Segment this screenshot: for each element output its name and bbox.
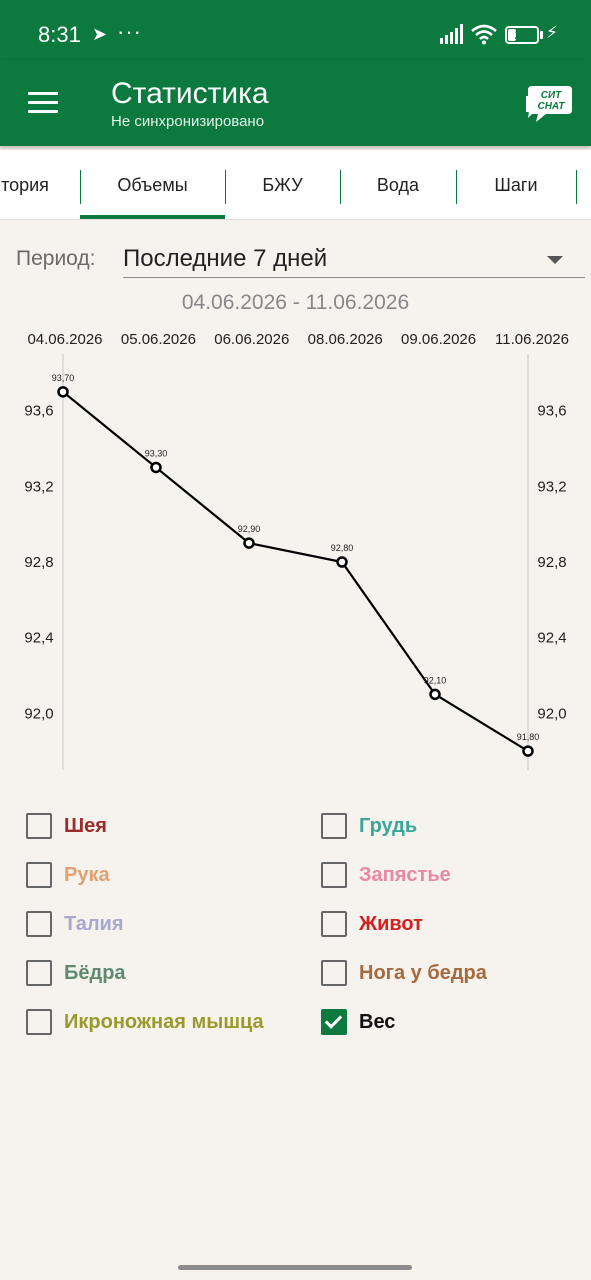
data-point [150,461,162,474]
period-label: Период: [16,247,96,270]
tab-bar: тория Объемы БЖУ Вода Шаги [0,150,591,220]
page-title: Статистика [111,77,269,110]
checkbox-9[interactable]: Икроножная мышца [26,1007,264,1037]
data-point [57,386,69,398]
y-tick-label-left: 93,6 [24,403,53,420]
sync-status: Не синхронизировано [111,113,265,130]
y-tick-label-left: 92,4 [24,630,53,647]
x-tick-label: 11.06.2026 [495,331,569,348]
checkbox-unchecked-icon[interactable] [26,1009,52,1035]
data-point [336,556,348,568]
y-tick-label-left: 92,8 [24,554,53,571]
battery-level: 29 [514,27,530,42]
tab-volumes[interactable]: Объемы [80,150,225,219]
x-tick-label: 04.06.2026 [27,331,102,348]
y-tick-label-right: 92,4 [537,630,566,647]
logo-text-bottom: CHAT [537,101,565,112]
data-label: 92,10 [424,675,447,685]
checkbox-8[interactable]: Нога у бедра [321,958,487,988]
x-tick-label: 06.06.2026 [214,331,289,348]
active-tab-indicator [80,215,225,219]
period-dropdown[interactable]: Последние 7 дней [123,242,585,278]
weight-line-chart: 04.06.2026 05.06.2026 06.06.2026 08.06.2026… [24,331,569,770]
checkbox-unchecked-icon[interactable] [26,813,52,839]
data-label: 92,80 [331,543,354,553]
app-bar: Статистика Не синхронизировано СИТ CHAT [0,60,591,146]
data-point [429,688,441,701]
x-tick-label: 08.06.2026 [308,331,383,348]
y-tick-label-right: 93,6 [537,403,566,420]
date-range: 04.06.2026 - 11.06.2026 [181,291,410,314]
checkbox-unchecked-icon[interactable] [321,911,347,937]
battery-tip [540,31,543,39]
tab-bju[interactable]: БЖУ [225,150,340,219]
chat-logo-icon[interactable]: СИТ CHAT [524,82,574,126]
y-tick-label-right: 93,2 [537,478,566,495]
checkbox-label: Запястье [359,863,451,886]
dropdown-arrow-icon [547,256,563,264]
checkbox-label: Живот [359,912,423,935]
menu-icon[interactable] [28,92,58,114]
data-label: 93,70 [52,373,75,383]
y-tick-label-left: 93,2 [24,478,53,495]
logo-text-top: СИТ [541,90,562,101]
checkbox-label: Талия [64,912,124,935]
checkbox-unchecked-icon[interactable] [321,960,347,986]
checkbox-unchecked-icon[interactable] [26,911,52,937]
more-icon: ··· [117,19,142,44]
checkbox-unchecked-icon[interactable] [321,813,347,839]
checkbox-3[interactable]: Рука [26,860,110,890]
home-indicator[interactable] [178,1265,412,1270]
checkbox-2[interactable]: Грудь [321,811,417,841]
x-tick-label: 09.06.2026 [401,331,476,348]
checkbox-label: Икроножная мышца [64,1010,264,1033]
clock: 8:31 [38,22,81,47]
checkbox-unchecked-icon[interactable] [321,862,347,888]
tab-water[interactable]: Вода [340,150,456,219]
data-point [243,537,255,549]
checkbox-label: Вес [359,1010,396,1033]
tab-steps[interactable]: Шаги [456,150,576,219]
checkbox-label: Нога у бедра [359,961,487,984]
checkbox-6[interactable]: Живот [321,909,423,939]
data-label: 92,90 [238,524,261,534]
status-bar: 8:31 ➤ ··· 29 ⚡ [0,0,591,60]
checkbox-unchecked-icon[interactable] [26,960,52,986]
series-line-weight [62,390,529,753]
y-tick-label-right: 92,8 [537,554,566,571]
charging-icon: ⚡ [546,23,558,42]
period-selected-value: Последние 7 дней [123,245,328,272]
checkbox-1[interactable]: Шея [26,811,107,841]
checkbox-7[interactable]: Бёдра [26,958,126,988]
checkbox-label: Рука [64,863,110,886]
checkbox-checked-icon[interactable] [321,1009,347,1035]
y-tick-label-right: 92,0 [537,705,566,722]
checkmark-icon [324,1011,343,1029]
telegram-icon: ➤ [92,24,108,44]
y-tick-label-left: 92,0 [24,705,53,722]
x-tick-label: 05.06.2026 [121,331,196,348]
checkbox-unchecked-icon[interactable] [26,862,52,888]
wifi-icon [471,24,497,45]
data-label: 91,80 [517,732,540,742]
battery-icon: 29 [505,26,539,44]
checkbox-label: Бёдра [64,961,126,984]
checkbox-5[interactable]: Талия [26,909,124,939]
tab-divider [576,170,577,204]
data-point [522,745,534,757]
checkbox-label: Грудь [359,814,418,837]
signal-icon [440,24,463,44]
checkbox-10[interactable]: Вес [321,1007,395,1037]
data-label: 93,30 [145,448,168,458]
checkbox-label: Шея [64,814,107,837]
checkbox-4[interactable]: Запястье [321,860,451,890]
tab-history[interactable]: тория [0,150,80,219]
